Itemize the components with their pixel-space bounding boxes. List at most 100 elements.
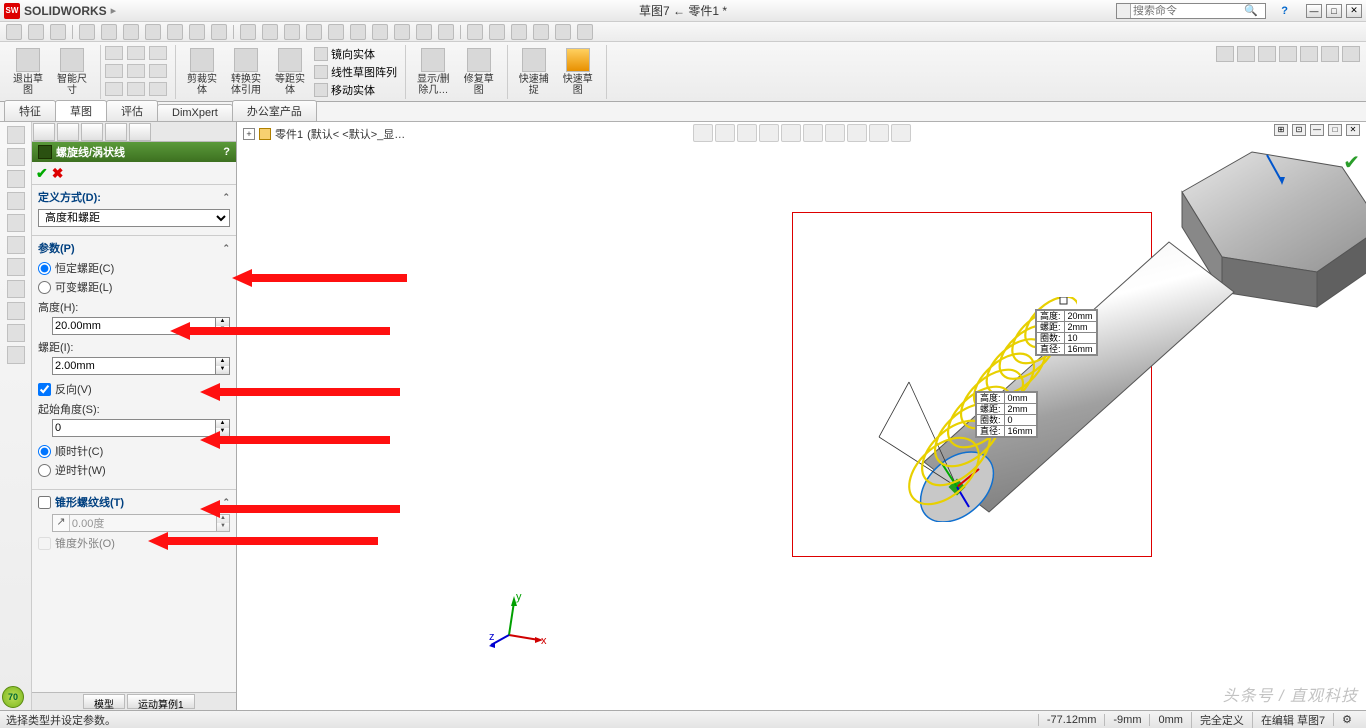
rect-tool[interactable] — [127, 46, 145, 60]
tab-office-products[interactable]: 办公室产品 — [232, 100, 317, 121]
status-icon[interactable]: ⚙ — [1333, 713, 1360, 726]
qa2-icon[interactable] — [438, 24, 454, 40]
property-manager-tab[interactable] — [57, 123, 79, 141]
qa-rebuild-icon[interactable] — [252, 4, 266, 18]
qa2-icon[interactable] — [533, 24, 549, 40]
minimize-button[interactable]: — — [1306, 4, 1322, 18]
pitch-input[interactable]: ▲▼ — [52, 357, 230, 375]
spin-up-icon[interactable]: ▲ — [215, 420, 229, 428]
line-tool[interactable] — [105, 46, 123, 60]
ribbon-right-icon[interactable] — [1258, 46, 1276, 62]
qa2-icon[interactable] — [416, 24, 432, 40]
search-go-icon[interactable]: 🔍 — [1241, 4, 1261, 17]
qa2-icon[interactable] — [372, 24, 388, 40]
qa2-icon[interactable] — [306, 24, 322, 40]
constant-pitch-radio[interactable] — [38, 262, 51, 275]
tab-evaluate[interactable]: 评估 — [106, 100, 158, 121]
qa2-icon[interactable] — [240, 24, 256, 40]
qa2-icon[interactable] — [284, 24, 300, 40]
spin-up-icon[interactable]: ▲ — [215, 358, 229, 366]
clockwise-radio[interactable] — [38, 445, 51, 458]
cancel-button[interactable]: ✖ — [52, 165, 64, 182]
left-tool-icon[interactable] — [7, 126, 25, 144]
feature-tree-tab[interactable] — [33, 123, 55, 141]
qa-new-icon[interactable] — [126, 4, 140, 18]
taper-checkbox[interactable] — [38, 496, 51, 509]
qa2-icon[interactable] — [262, 24, 278, 40]
qa-open-icon[interactable] — [144, 4, 158, 18]
qa-redo-icon[interactable] — [216, 4, 230, 18]
orientation-triad[interactable]: x y z — [489, 590, 549, 650]
qa2-icon[interactable] — [28, 24, 44, 40]
smart-dimension-button[interactable]: 智能尺寸 — [50, 45, 94, 99]
search-input[interactable] — [1131, 5, 1241, 17]
close-button[interactable]: ✕ — [1346, 4, 1362, 18]
qa2-icon[interactable] — [577, 24, 593, 40]
left-tool-icon[interactable] — [7, 148, 25, 166]
qa2-icon[interactable] — [101, 24, 117, 40]
qa2-icon[interactable] — [328, 24, 344, 40]
motion-study-tab[interactable]: 运动算例1 — [127, 694, 195, 709]
reverse-checkbox[interactable] — [38, 383, 51, 396]
qa2-icon[interactable] — [167, 24, 183, 40]
display-manager-tab[interactable] — [129, 123, 151, 141]
repair-sketch-button[interactable]: 修复草图 — [457, 45, 501, 99]
collapse-icon[interactable]: ⌃ — [222, 243, 230, 254]
help-icon[interactable]: ? — [1281, 5, 1288, 17]
ribbon-right-icon[interactable] — [1300, 46, 1318, 62]
rapid-sketch-button[interactable]: 快速草图 — [556, 45, 600, 99]
vp-maximize-icon[interactable]: □ — [1328, 124, 1342, 136]
brand-dropdown-icon[interactable]: ▸ — [111, 4, 117, 17]
ribbon-right-icon[interactable] — [1279, 46, 1297, 62]
ok-button[interactable]: ✔ — [36, 165, 48, 182]
qa2-icon[interactable] — [189, 24, 205, 40]
qa2-icon[interactable] — [211, 24, 227, 40]
model-tab[interactable]: 模型 — [83, 694, 125, 709]
qa2-icon[interactable] — [394, 24, 410, 40]
spline-tool[interactable] — [149, 64, 167, 78]
qa-print-icon[interactable] — [180, 4, 194, 18]
ribbon-right-icon[interactable] — [1216, 46, 1234, 62]
ellipse-tool[interactable] — [105, 82, 123, 96]
exit-sketch-button[interactable]: 退出草图 — [6, 45, 50, 99]
expand-icon[interactable]: + — [243, 128, 255, 140]
prev-view-icon[interactable] — [737, 124, 757, 142]
qa-select-icon[interactable] — [234, 4, 248, 18]
left-tool-icon[interactable] — [7, 214, 25, 232]
spin-down-icon[interactable]: ▼ — [215, 366, 229, 374]
tab-features[interactable]: 特征 — [4, 100, 56, 121]
qa2-icon[interactable] — [79, 24, 95, 40]
qa-save-icon[interactable] — [162, 4, 176, 18]
left-tool-icon[interactable] — [7, 236, 25, 254]
zoom-fit-icon[interactable] — [693, 124, 713, 142]
ribbon-right-icon[interactable] — [1342, 46, 1360, 62]
circle-tool[interactable] — [105, 64, 123, 78]
vp-close-icon[interactable]: ✕ — [1346, 124, 1360, 136]
vp-icon[interactable]: ⊞ — [1274, 124, 1288, 136]
tab-sketch[interactable]: 草图 — [55, 100, 107, 121]
left-tool-icon[interactable] — [7, 324, 25, 342]
vp-icon[interactable]: ⊡ — [1292, 124, 1306, 136]
qa2-icon[interactable] — [555, 24, 571, 40]
qa-undo-icon[interactable] — [198, 4, 212, 18]
show-delete-relations-button[interactable]: 显示/删除几… — [410, 45, 457, 99]
qa2-icon[interactable] — [489, 24, 505, 40]
convert-entities-button[interactable]: 转换实体引用 — [224, 45, 268, 99]
text-tool[interactable] — [149, 82, 167, 96]
trim-button[interactable]: 剪裁实体 — [180, 45, 224, 99]
variable-pitch-radio[interactable] — [38, 281, 51, 294]
qa2-icon[interactable] — [350, 24, 366, 40]
dimxpert-manager-tab[interactable] — [105, 123, 127, 141]
part-name[interactable]: 零件1 — [275, 126, 303, 142]
counterclockwise-radio[interactable] — [38, 464, 51, 477]
definition-method-select[interactable]: 高度和螺距 — [38, 209, 230, 227]
ribbon-right-icon[interactable] — [1321, 46, 1339, 62]
fillet-tool[interactable] — [127, 82, 145, 96]
qa2-icon[interactable] — [511, 24, 527, 40]
left-tool-icon[interactable] — [7, 280, 25, 298]
arc-tool[interactable] — [127, 64, 145, 78]
tab-dimxpert[interactable]: DimXpert — [157, 104, 233, 121]
collapse-icon[interactable]: ⌃ — [222, 192, 230, 203]
qa-options-icon[interactable] — [270, 4, 284, 18]
graphics-viewport[interactable]: + 零件1 (默认< <默认>_显… ⊞ ⊡ — □ ✕ ✔ ✖ — [237, 122, 1366, 710]
